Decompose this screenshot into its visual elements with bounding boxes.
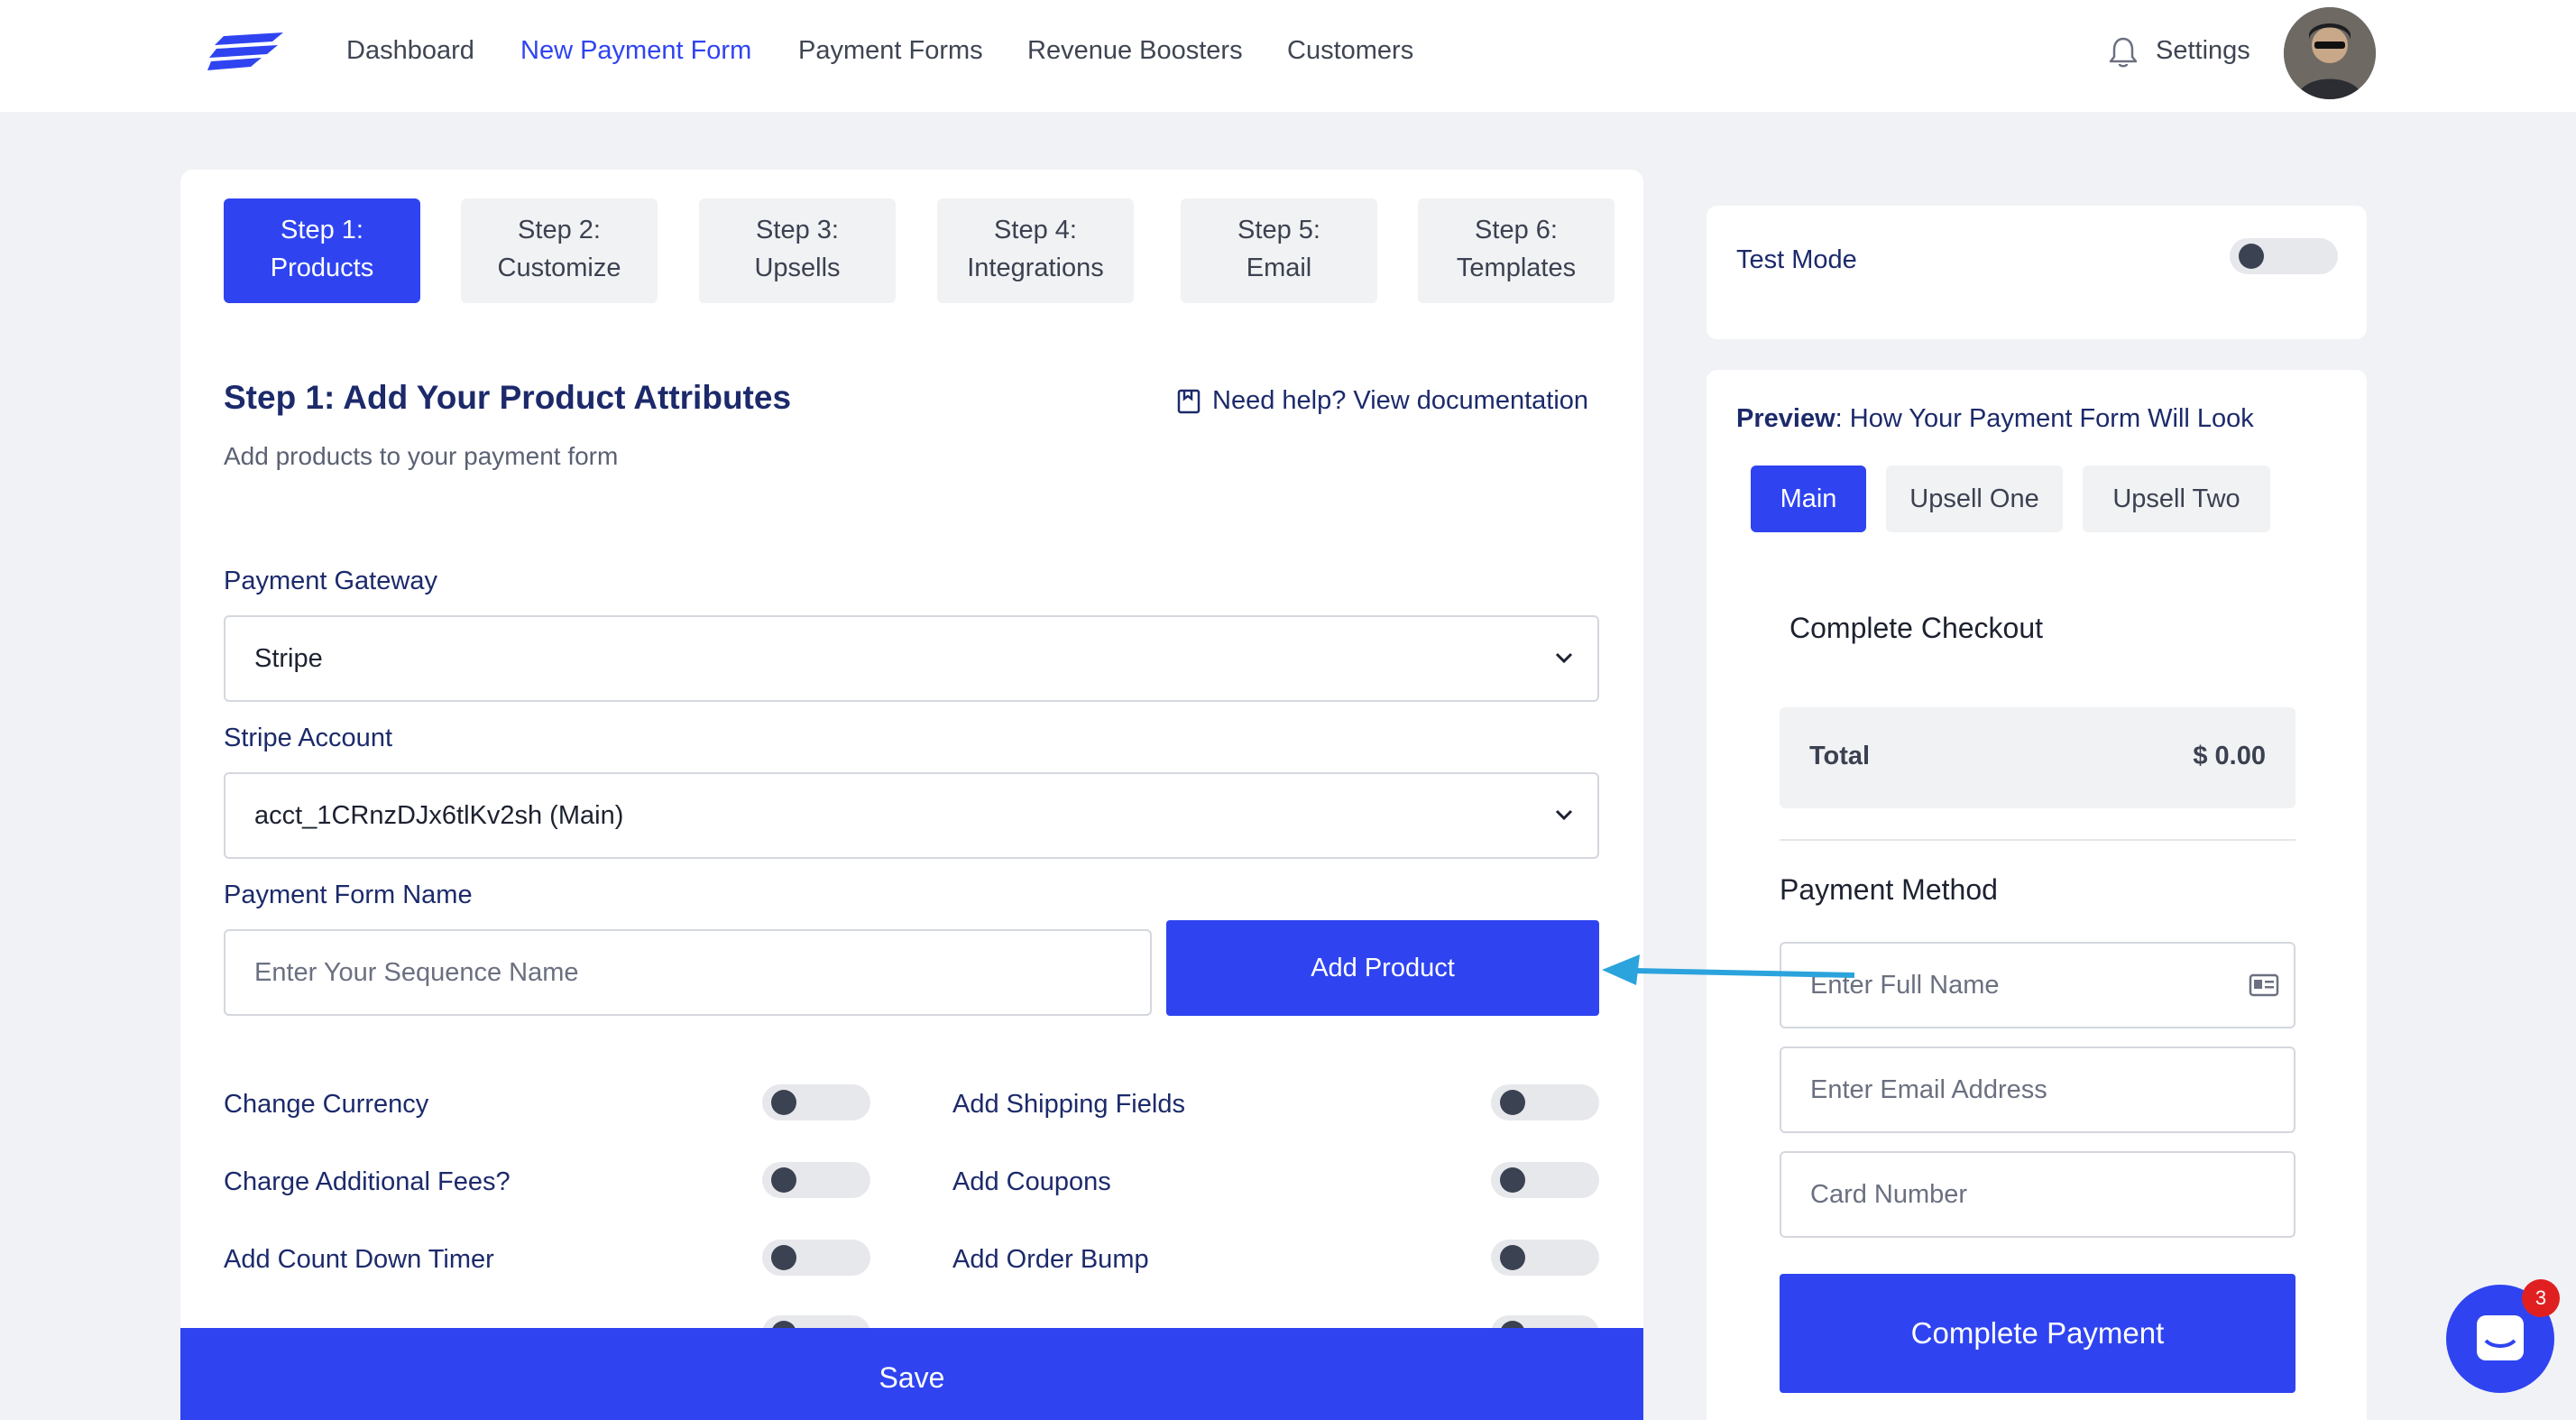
step-tab-templates[interactable]: Step 6: Templates [1418, 198, 1615, 303]
payment-form-name-placeholder: Enter Your Sequence Name [254, 958, 579, 987]
chevron-down-icon [1555, 809, 1573, 821]
complete-payment-button[interactable]: Complete Payment [1780, 1274, 2295, 1393]
step-tab-line: Step 4: [994, 216, 1077, 244]
step-tab-line: Step 3: [756, 216, 839, 244]
stripe-account-value: acct_1CRnzDJx6tlKv2sh (Main) [254, 801, 624, 830]
step-tab-line: Step 5: [1237, 216, 1320, 244]
payment-gateway-select[interactable]: Stripe [224, 615, 1599, 702]
save-button[interactable]: Save [180, 1328, 1643, 1420]
payment-gateway-label: Payment Gateway [224, 567, 437, 595]
test-mode-toggle[interactable] [2230, 238, 2338, 274]
step-tab-line: Upsells [754, 254, 841, 282]
step-tab-line: Products [270, 254, 374, 282]
bell-icon[interactable] [2108, 36, 2139, 69]
step-tab-line: Email [1246, 254, 1312, 282]
section-subtitle: Add products to your payment form [224, 442, 619, 470]
toggle-knob [2239, 244, 2264, 269]
order-bump-toggle[interactable] [1491, 1240, 1599, 1276]
add-coupons-label: Add Coupons [952, 1167, 1111, 1196]
order-bump-label: Add Order Bump [952, 1245, 1149, 1274]
book-icon [1177, 389, 1201, 413]
charge-fees-toggle[interactable] [762, 1162, 870, 1198]
preview-tab-main[interactable]: Main [1751, 466, 1866, 532]
preview-title-rest: : How Your Payment Form Will Look [1835, 404, 2254, 433]
card-number-placeholder: Card Number [1810, 1180, 1968, 1209]
step-tab-line: Step 2: [518, 216, 601, 244]
nav-revenue-boosters[interactable]: Revenue Boosters [1027, 36, 1243, 66]
stripe-account-label: Stripe Account [224, 724, 392, 752]
step-tab-line: Templates [1456, 254, 1577, 282]
step-tab-email[interactable]: Step 5: Email [1181, 198, 1377, 303]
nav-customers[interactable]: Customers [1287, 36, 1413, 66]
step-tab-line: Customize [497, 254, 621, 282]
step-tab-line: Step 6: [1475, 216, 1558, 244]
documentation-link[interactable]: Need help? View documentation [1176, 386, 1588, 416]
countdown-timer-toggle[interactable] [762, 1240, 870, 1276]
chevron-down-icon [1555, 652, 1573, 664]
add-shipping-fields-toggle[interactable] [1491, 1084, 1599, 1120]
brand-logo[interactable] [207, 32, 283, 70]
step-tab-upsells[interactable]: Step 3: Upsells [699, 198, 896, 303]
step-tab-products[interactable]: Step 1: Products [224, 198, 420, 303]
toggle-knob [1500, 1167, 1525, 1193]
total-label: Total [1809, 742, 1871, 770]
toggle-knob [1500, 1090, 1525, 1115]
preview-tab-upsell-two[interactable]: Upsell Two [2083, 466, 2270, 532]
payment-form-name-label: Payment Form Name [224, 881, 473, 909]
divider [1780, 839, 2295, 841]
annotation-arrow-icon [1602, 954, 1855, 985]
add-shipping-fields-label: Add Shipping Fields [952, 1090, 1185, 1119]
id-card-icon [2249, 973, 2279, 997]
charge-fees-label: Charge Additional Fees? [224, 1167, 511, 1196]
change-currency-toggle[interactable] [762, 1084, 870, 1120]
preview-title-bold: Preview [1736, 404, 1835, 433]
preview-title: Preview: How Your Payment Form Will Look [1736, 404, 2254, 434]
payment-form-name-input[interactable]: Enter Your Sequence Name [224, 929, 1152, 1016]
settings-link[interactable]: Settings [2156, 36, 2250, 66]
test-mode-label: Test Mode [1736, 245, 1857, 274]
card-number-input[interactable]: Card Number [1780, 1151, 2295, 1238]
toggle-knob [1500, 1245, 1525, 1270]
toggle-knob [771, 1167, 796, 1193]
countdown-timer-label: Add Count Down Timer [224, 1245, 494, 1274]
change-currency-label: Change Currency [224, 1090, 429, 1119]
stripe-account-select[interactable]: acct_1CRnzDJx6tlKv2sh (Main) [224, 772, 1599, 859]
total-value: $ 0.00 [2193, 742, 2266, 770]
payment-gateway-value: Stripe [254, 644, 323, 673]
user-avatar[interactable] [2284, 7, 2376, 99]
nav-payment-forms[interactable]: Payment Forms [798, 36, 983, 66]
nav-dashboard[interactable]: Dashboard [346, 36, 474, 66]
section-title: Step 1: Add Your Product Attributes [224, 379, 792, 416]
email-address-input[interactable]: Enter Email Address [1780, 1047, 2295, 1133]
step-tab-integrations[interactable]: Step 4: Integrations [937, 198, 1134, 303]
add-product-button[interactable]: Add Product [1166, 920, 1599, 1016]
email-address-placeholder: Enter Email Address [1810, 1075, 2047, 1104]
payment-method-title: Payment Method [1780, 873, 1998, 906]
checkout-title: Complete Checkout [1789, 612, 2044, 644]
step-tab-line: Step 1: [281, 216, 363, 244]
step-tab-customize[interactable]: Step 2: Customize [461, 198, 658, 303]
documentation-link-label: Need help? View documentation [1212, 386, 1589, 415]
preview-tab-upsell-one[interactable]: Upsell One [1886, 466, 2063, 532]
toggle-knob [771, 1245, 796, 1270]
add-coupons-toggle[interactable] [1491, 1162, 1599, 1198]
toggle-knob [771, 1090, 796, 1115]
nav-new-payment-form[interactable]: New Payment Form [520, 36, 751, 66]
step-tab-line: Integrations [967, 254, 1104, 282]
notification-badge: 3 [2522, 1279, 2560, 1317]
